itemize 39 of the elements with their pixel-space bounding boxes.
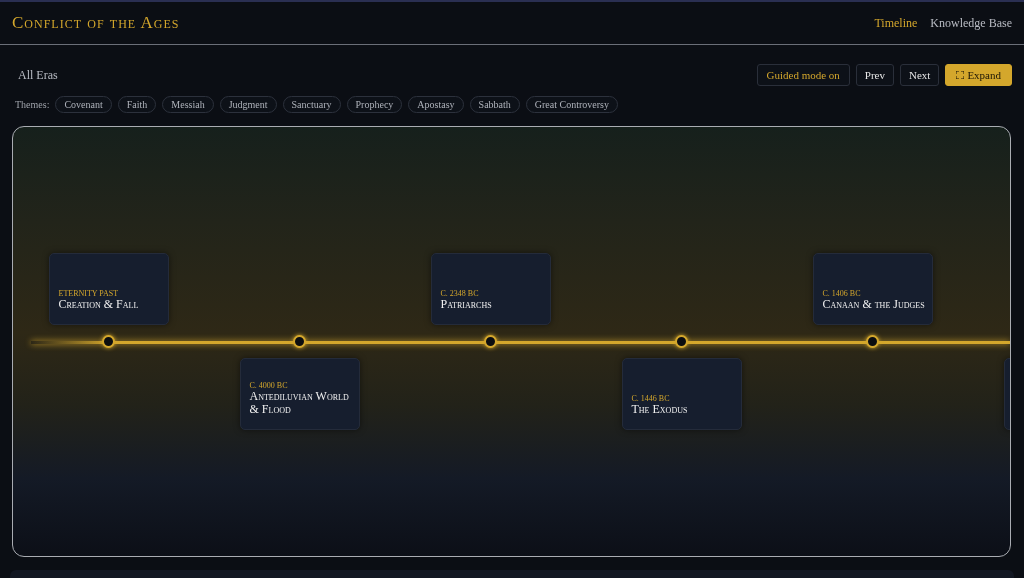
era-filter[interactable]: All Eras: [18, 67, 58, 83]
timeline-node[interactable]: [102, 335, 115, 348]
theme-chip[interactable]: Faith: [117, 96, 157, 113]
event-title: Creation & Fall: [58, 298, 140, 311]
event-card[interactable]: C. 1446 BC The Exodus: [621, 358, 742, 430]
event-card[interactable]: C. 1406 BC Canaan & the Judges: [812, 253, 933, 325]
event-card[interactable]: ETERNITY PAST Creation & Fall: [48, 253, 169, 325]
themes-label: Themes:: [15, 99, 50, 110]
theme-chip[interactable]: Judgment: [219, 96, 277, 113]
theme-chip[interactable]: Messiah: [162, 96, 214, 113]
timeline-node[interactable]: [675, 335, 688, 348]
event-date: C. 4000 BC: [249, 381, 289, 390]
event-date: C. 1406 BC: [822, 289, 862, 298]
event-title: Antediluvian World & Flood: [249, 390, 350, 416]
theme-chip[interactable]: Apostasy: [408, 96, 464, 113]
theme-chip[interactable]: Prophecy: [346, 96, 403, 113]
timeline-node[interactable]: [293, 335, 306, 348]
event-date: C. 1446 BC: [631, 394, 671, 403]
theme-chip[interactable]: Great Controversy: [525, 96, 618, 113]
prev-button[interactable]: Prev: [855, 64, 894, 86]
app-title: Conflict of the Ages: [12, 13, 180, 33]
guided-mode-button[interactable]: Guided mode on: [756, 64, 850, 86]
theme-chip[interactable]: Sabbath: [469, 96, 520, 113]
expand-button[interactable]: Expand: [945, 64, 1012, 86]
theme-chip[interactable]: Covenant: [55, 96, 112, 113]
next-button[interactable]: Next: [900, 64, 940, 86]
event-date: C. 2348 BC: [440, 289, 480, 298]
event-date: ETERNITY PAST: [58, 289, 120, 298]
event-title: The Exodus: [631, 403, 689, 416]
timeline-node[interactable]: [866, 335, 879, 348]
event-title: Patriarchs: [440, 298, 493, 311]
nav-link[interactable]: Knowledge Base: [930, 15, 1012, 31]
nav-link[interactable]: Timeline: [874, 15, 918, 31]
timeline-node[interactable]: [484, 335, 497, 348]
theme-chip[interactable]: Sanctuary: [282, 96, 341, 113]
event-card[interactable]: C. 4000 BC Antediluvian World & Flood: [239, 358, 360, 430]
expand-icon: [956, 71, 965, 79]
event-card[interactable]: C. 2348 BC Patriarchs: [430, 253, 551, 325]
event-title: Canaan & the Judges: [822, 298, 926, 311]
